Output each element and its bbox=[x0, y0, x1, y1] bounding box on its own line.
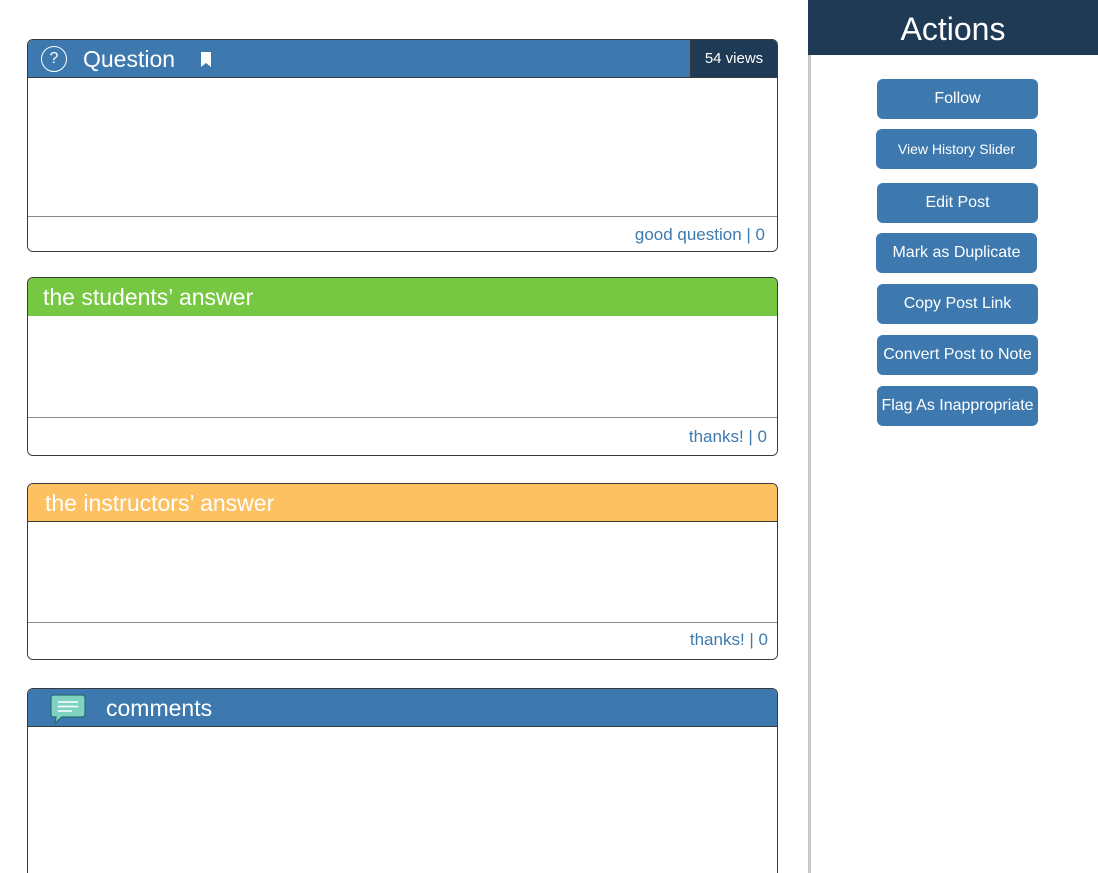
question-body bbox=[28, 78, 777, 216]
bookmark-icon[interactable] bbox=[200, 52, 212, 68]
follow-button[interactable]: Follow bbox=[877, 79, 1038, 119]
mark-as-duplicate-button[interactable]: Mark as Duplicate bbox=[876, 233, 1037, 273]
comments-title: comments bbox=[106, 695, 213, 721]
instructors-answer-card: the instructors’ answer thanks! | 0 bbox=[27, 483, 778, 660]
comments-card: comments bbox=[27, 688, 778, 873]
students-answer-card: the students’ answer thanks! | 0 bbox=[27, 277, 778, 456]
help-circle-icon: ? bbox=[41, 46, 67, 72]
comments-header: comments bbox=[28, 689, 777, 727]
flag-as-inappropriate-button[interactable]: Flag As Inappropriate bbox=[877, 386, 1038, 426]
question-footer: good question | 0 bbox=[28, 216, 777, 251]
chat-bubble-icon bbox=[50, 694, 86, 724]
students-answer-header: the students’ answer bbox=[28, 278, 777, 316]
actions-title: Actions bbox=[808, 0, 1098, 55]
copy-post-link-button[interactable]: Copy Post Link bbox=[877, 284, 1038, 324]
instructors-answer-footer: thanks! | 0 bbox=[28, 622, 777, 659]
instructors-answer-title: the instructors’ answer bbox=[45, 490, 275, 516]
view-history-slider-button[interactable]: View History Slider bbox=[876, 129, 1037, 169]
students-answer-title: the students’ answer bbox=[43, 284, 254, 310]
sidebar-divider bbox=[808, 0, 811, 873]
views-count: 54 views bbox=[690, 40, 777, 77]
question-card: ? Question 54 views good question | 0 bbox=[27, 39, 778, 252]
question-header: ? Question 54 views bbox=[28, 40, 777, 78]
convert-post-to-note-button[interactable]: Convert Post to Note bbox=[877, 335, 1038, 375]
edit-post-button[interactable]: Edit Post bbox=[877, 183, 1038, 223]
students-answer-body bbox=[28, 316, 777, 417]
instructors-answer-body bbox=[28, 522, 777, 622]
good-question-button[interactable]: good question | 0 bbox=[635, 217, 765, 251]
question-title: Question bbox=[83, 46, 176, 72]
instructors-answer-header: the instructors’ answer bbox=[28, 484, 777, 522]
students-thanks-button[interactable]: thanks! | 0 bbox=[689, 418, 767, 455]
instructors-thanks-button[interactable]: thanks! | 0 bbox=[690, 623, 768, 657]
students-answer-footer: thanks! | 0 bbox=[28, 417, 777, 455]
comments-body bbox=[28, 727, 777, 873]
